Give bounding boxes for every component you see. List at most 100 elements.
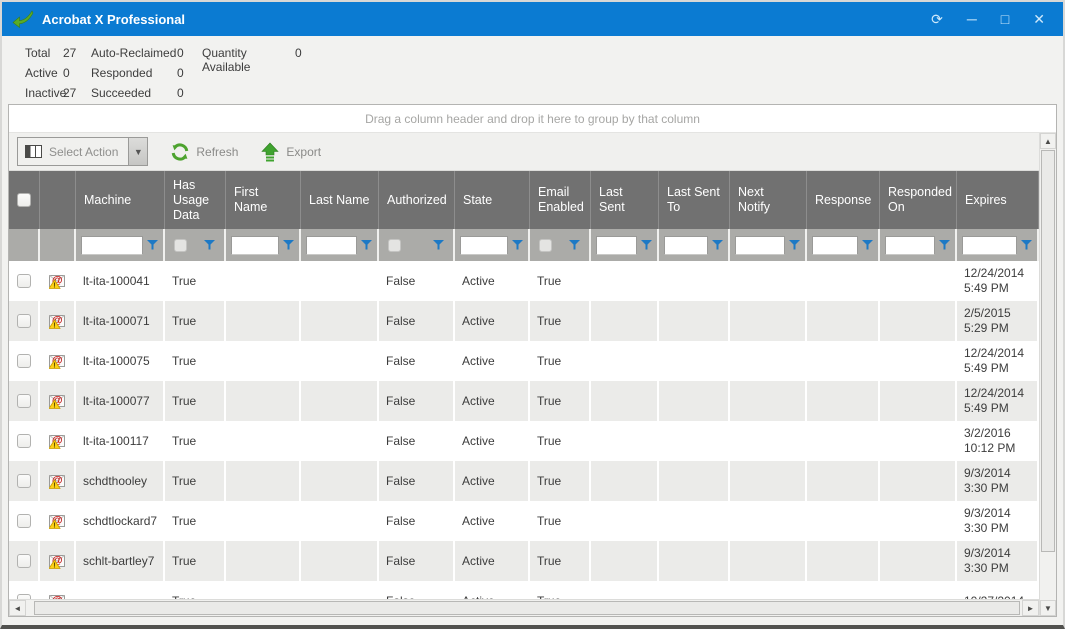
filter-funnel-icon[interactable] [569, 240, 580, 250]
table-row[interactable]: @!lt-ita-100117TrueFalseActiveTrue3/2/20… [9, 421, 1039, 461]
row-checkbox[interactable] [17, 354, 31, 368]
filter-funnel-icon[interactable] [939, 240, 950, 250]
row-checkbox[interactable] [17, 474, 31, 488]
table-row[interactable]: @!schlt-bartley7TrueFalseActiveTrue9/3/2… [9, 541, 1039, 581]
sync-icon[interactable]: ⟳ [931, 12, 943, 26]
cell-select [9, 261, 40, 301]
cell-response [807, 501, 880, 541]
filter-input-last_sent[interactable] [596, 236, 637, 255]
row-checkbox[interactable] [17, 314, 31, 328]
column-header-first_name[interactable]: First Name [226, 171, 301, 229]
filter-checkbox-email_enabled[interactable] [539, 239, 552, 252]
filter-checkbox-has_usage_data[interactable] [174, 239, 187, 252]
column-header-email_enabled[interactable]: Email Enabled [530, 171, 591, 229]
horizontal-scrollbar-thumb[interactable] [34, 601, 1020, 615]
cell-has_usage_data: True [165, 261, 226, 301]
table-row[interactable]: @!lt-ita-100041TrueFalseActiveTrue12/24/… [9, 261, 1039, 301]
svg-text:!: ! [53, 360, 56, 368]
scroll-up-icon[interactable]: ▲ [1040, 133, 1056, 149]
cell-select [9, 421, 40, 461]
cell-last_sent_to [659, 341, 730, 381]
window-controls: ⟳ ─ □ ✕ [931, 12, 1053, 26]
filter-input-expires[interactable] [962, 236, 1017, 255]
svg-text:!: ! [53, 480, 56, 488]
cell-text: schdthooley [83, 474, 147, 489]
filter-input-last_sent_to[interactable] [664, 236, 708, 255]
table-row[interactable]: @!lt-ita-100071TrueFalseActiveTrue2/5/20… [9, 301, 1039, 341]
column-header-authorized[interactable]: Authorized [379, 171, 455, 229]
column-header-responded_on[interactable]: Responded On [880, 171, 957, 229]
table-row[interactable]: @!schdtlockard7TrueFalseActiveTrue9/3/20… [9, 501, 1039, 541]
row-checkbox[interactable] [17, 394, 31, 408]
vertical-scrollbar-thumb[interactable] [1041, 150, 1055, 552]
row-checkbox[interactable] [17, 274, 31, 288]
filter-input-response[interactable] [812, 236, 858, 255]
column-header-last_name[interactable]: Last Name [301, 171, 379, 229]
refresh-label: Refresh [196, 145, 238, 159]
filter-funnel-icon[interactable] [641, 240, 652, 250]
group-by-drop-zone[interactable]: Drag a column header and drop it here to… [9, 105, 1056, 133]
filter-funnel-icon[interactable] [712, 240, 723, 250]
column-header-has_usage_data[interactable]: Has Usage Data [165, 171, 226, 229]
refresh-button[interactable]: Refresh [170, 142, 238, 162]
filter-input-next_notify[interactable] [735, 236, 785, 255]
filter-funnel-icon[interactable] [361, 240, 372, 250]
filter-funnel-icon[interactable] [512, 240, 523, 250]
table-row[interactable]: @!lt-ita-100075TrueFalseActiveTrue12/24/… [9, 341, 1039, 381]
select-action-dropdown[interactable]: Select Action ▼ [17, 137, 148, 166]
stat-value: 0 [177, 86, 194, 100]
filter-input-machine[interactable] [81, 236, 143, 255]
cell-state: Active [455, 341, 530, 381]
maximize-icon[interactable]: □ [1001, 12, 1009, 26]
scroll-left-icon[interactable]: ◄ [9, 600, 26, 616]
filter-funnel-icon[interactable] [147, 240, 158, 250]
row-checkbox[interactable] [17, 554, 31, 568]
cell-machine [76, 581, 165, 599]
scroll-right-icon[interactable]: ► [1022, 600, 1039, 616]
cell-state: Active [455, 461, 530, 501]
row-checkbox[interactable] [17, 434, 31, 448]
column-header-response[interactable]: Response [807, 171, 880, 229]
filter-input-responded_on[interactable] [885, 236, 935, 255]
filter-checkbox-authorized[interactable] [388, 239, 401, 252]
filter-funnel-icon[interactable] [862, 240, 873, 250]
vertical-scrollbar-track[interactable] [1040, 553, 1056, 600]
cell-last_sent_to [659, 501, 730, 541]
vertical-scrollbar[interactable]: ▲ ▼ [1039, 133, 1056, 616]
cell-text: True [172, 354, 196, 369]
filter-funnel-icon[interactable] [204, 240, 215, 250]
horizontal-scrollbar[interactable]: ◄ ► [9, 599, 1039, 616]
cell-text: lt-ita-100077 [83, 394, 150, 409]
filter-input-first_name[interactable] [231, 236, 279, 255]
cell-authorized: False [379, 461, 455, 501]
cell-email_enabled: True [530, 381, 591, 421]
minimize-icon[interactable]: ─ [967, 12, 977, 26]
cell-first_name [226, 541, 301, 581]
table-row[interactable]: @!schdthooleyTrueFalseActiveTrue9/3/2014… [9, 461, 1039, 501]
filter-funnel-icon[interactable] [433, 240, 444, 250]
filter-funnel-icon[interactable] [789, 240, 800, 250]
chevron-down-icon[interactable]: ▼ [128, 138, 147, 165]
close-icon[interactable]: ✕ [1033, 12, 1045, 26]
cell-next_notify [730, 421, 807, 461]
column-header-last_sent[interactable]: Last Sent [591, 171, 659, 229]
stats-column: Total27Active0Inactive27 [25, 46, 91, 100]
filter-funnel-icon[interactable] [1021, 240, 1032, 250]
row-checkbox[interactable] [17, 514, 31, 528]
column-header-state[interactable]: State [455, 171, 530, 229]
table-row[interactable]: @!TrueFalseActiveTrue10/27/2014 [9, 581, 1039, 599]
scroll-down-icon[interactable]: ▼ [1040, 600, 1056, 616]
filter-funnel-icon[interactable] [283, 240, 294, 250]
table-row[interactable]: @!lt-ita-100077TrueFalseActiveTrue12/24/… [9, 381, 1039, 421]
cell-has_usage_data: True [165, 341, 226, 381]
select-all-checkbox[interactable] [17, 193, 31, 207]
cell-text: True [172, 274, 196, 289]
stat-value: 0 [63, 66, 91, 80]
column-header-next_notify[interactable]: Next Notify [730, 171, 807, 229]
filter-input-last_name[interactable] [306, 236, 357, 255]
column-header-expires[interactable]: Expires [957, 171, 1039, 229]
column-header-machine[interactable]: Machine [76, 171, 165, 229]
export-button[interactable]: Export [260, 142, 321, 162]
column-header-last_sent_to[interactable]: Last Sent To [659, 171, 730, 229]
filter-input-state[interactable] [460, 236, 508, 255]
